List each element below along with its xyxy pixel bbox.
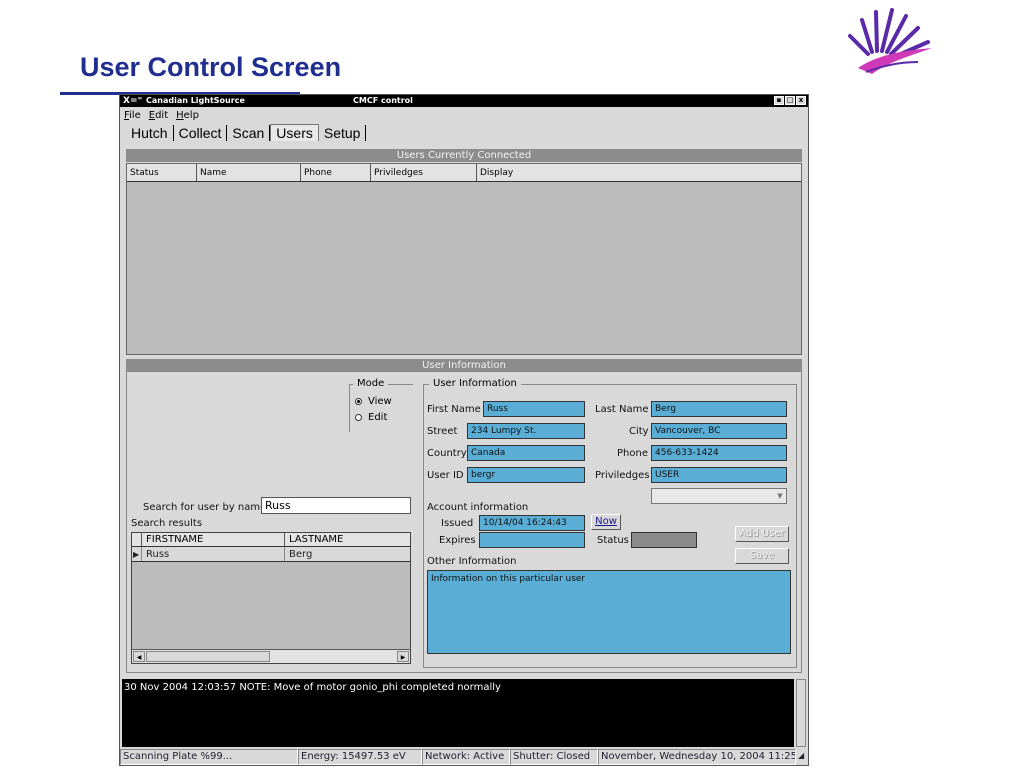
priviledges-dropdown[interactable]: ▼ <box>651 488 787 504</box>
status-network: Network: Active <box>422 749 510 765</box>
user-info-panel: Mode View Edit Search for user by name R… <box>126 371 802 673</box>
tab-hutch[interactable]: Hutch <box>126 125 174 141</box>
log-output[interactable]: 30 Nov 2004 12:03:57 NOTE: Move of motor… <box>122 679 794 747</box>
scroll-left-icon[interactable]: ◀ <box>133 651 145 662</box>
window-controls: ▪ □ x <box>774 96 806 105</box>
mode-edit-radio[interactable]: Edit <box>355 412 387 423</box>
users-connected-header: Users Currently Connected <box>126 149 802 162</box>
status-date: November, Wednesday 10, 2004 11:25 <box>598 749 796 765</box>
maximize-icon[interactable]: □ <box>785 96 795 105</box>
search-results-header-row: FIRSTNAME LASTNAME <box>132 533 410 547</box>
city-label: City <box>629 426 649 437</box>
priviledges-field[interactable]: USER <box>651 467 787 483</box>
status-energy: Energy: 15497.53 eV <box>298 749 422 765</box>
result-lastname: Berg <box>289 549 313 560</box>
user-id-label: User ID <box>427 470 464 481</box>
other-information-textarea[interactable]: Information on this particular user <box>427 570 791 654</box>
save-button[interactable]: Save <box>735 548 789 564</box>
last-name-label: Last Name <box>595 404 649 415</box>
status-shutter: Shutter: Closed <box>510 749 598 765</box>
column-name[interactable]: Name <box>197 164 301 181</box>
scroll-right-icon[interactable]: ▶ <box>397 651 409 662</box>
column-firstname[interactable]: FIRSTNAME <box>142 533 285 546</box>
menu-edit[interactable]: Edit <box>149 110 168 121</box>
search-input[interactable]: Russ <box>261 497 411 514</box>
mode-view-radio[interactable]: View <box>355 396 392 407</box>
column-priviledges[interactable]: Priviledges <box>371 164 477 181</box>
canadian-lightsource-logo <box>848 8 932 74</box>
expires-field[interactable] <box>479 532 585 548</box>
issued-field[interactable]: 10/14/04 16:24:43 <box>479 515 585 531</box>
table-row[interactable]: ▶ Russ Berg <box>132 547 410 562</box>
first-name-field[interactable]: Russ <box>483 401 585 417</box>
issued-label: Issued <box>441 518 474 529</box>
add-user-button[interactable]: Add User <box>735 526 789 542</box>
minimize-icon[interactable]: ▪ <box>774 96 784 105</box>
now-button[interactable]: Now <box>591 514 621 530</box>
window-title: CMCF control <box>353 96 413 105</box>
connected-users-header-row: Status Name Phone Priviledges Display <box>127 164 801 182</box>
tab-scan[interactable]: Scan <box>227 125 271 141</box>
account-status-indicator <box>631 532 697 548</box>
mode-legend: Mode <box>353 378 389 389</box>
country-field[interactable]: Canada <box>467 445 585 461</box>
column-lastname[interactable]: LASTNAME <box>285 533 409 546</box>
first-name-label: First Name <box>427 404 481 415</box>
mode-view-label: View <box>368 396 392 407</box>
results-horizontal-scrollbar[interactable]: ◀ ▶ <box>132 649 410 663</box>
status-scanning: Scanning Plate %99... <box>120 749 298 765</box>
column-display[interactable]: Display <box>477 164 801 181</box>
other-information-label: Other Information <box>427 556 517 567</box>
tab-setup[interactable]: Setup <box>319 125 367 141</box>
scrollbar-thumb[interactable] <box>146 651 270 662</box>
connected-users-table[interactable]: Status Name Phone Priviledges Display <box>126 163 802 355</box>
priviledges-label: Priviledges <box>595 470 650 481</box>
tab-bar: Hutch Collect Scan Users Setup <box>120 123 808 141</box>
chevron-down-icon: ▼ <box>777 492 783 500</box>
country-label: Country <box>427 448 467 459</box>
row-indicator-column <box>132 533 142 546</box>
result-firstname: Russ <box>142 547 285 561</box>
street-label: Street <box>427 426 458 437</box>
city-field[interactable]: Vancouver, BC <box>651 423 787 439</box>
mode-group <box>349 384 413 432</box>
account-information-label: Account information <box>427 502 529 513</box>
menu-help[interactable]: Help <box>176 110 199 121</box>
user-id-field[interactable]: bergr <box>467 467 585 483</box>
log-message: 30 Nov 2004 12:03:57 NOTE: Move of motor… <box>124 682 501 693</box>
column-status[interactable]: Status <box>127 164 197 181</box>
street-field[interactable]: 234 Lumpy St. <box>467 423 585 439</box>
column-phone[interactable]: Phone <box>301 164 371 181</box>
search-results-table[interactable]: FIRSTNAME LASTNAME ▶ Russ Berg ◀ ▶ <box>131 532 411 664</box>
row-pointer-icon: ▶ <box>132 547 142 561</box>
log-vertical-scrollbar[interactable] <box>796 679 806 747</box>
phone-field[interactable]: 456-633-1424 <box>651 445 787 461</box>
window-app-name: Canadian LightSource <box>146 96 245 105</box>
x-window-icon: X=⁼ <box>123 96 143 106</box>
expires-label: Expires <box>439 535 476 546</box>
mode-edit-label: Edit <box>368 412 388 423</box>
tab-users[interactable]: Users <box>270 124 319 141</box>
resize-grip-icon[interactable]: ◢ <box>796 749 808 765</box>
radio-selected-icon <box>355 397 362 405</box>
radio-unselected-icon <box>355 413 362 421</box>
status-label: Status <box>597 535 629 546</box>
menu-bar: File Edit Help <box>120 107 808 123</box>
window-titlebar[interactable]: X=⁼ Canadian LightSource CMCF control ▪ … <box>120 95 808 107</box>
menu-file[interactable]: File <box>124 110 141 121</box>
search-label: Search for user by name <box>143 502 267 513</box>
close-icon[interactable]: x <box>796 96 806 105</box>
user-information-legend: User Information <box>429 378 521 389</box>
tab-collect[interactable]: Collect <box>174 125 228 141</box>
status-bar: Scanning Plate %99... Energy: 15497.53 e… <box>120 749 808 765</box>
last-name-field[interactable]: Berg <box>651 401 787 417</box>
phone-label: Phone <box>617 448 648 459</box>
slide-title: User Control Screen <box>80 52 342 82</box>
cmcf-control-window: X=⁼ Canadian LightSource CMCF control ▪ … <box>119 94 809 766</box>
search-results-label: Search results <box>131 518 203 529</box>
